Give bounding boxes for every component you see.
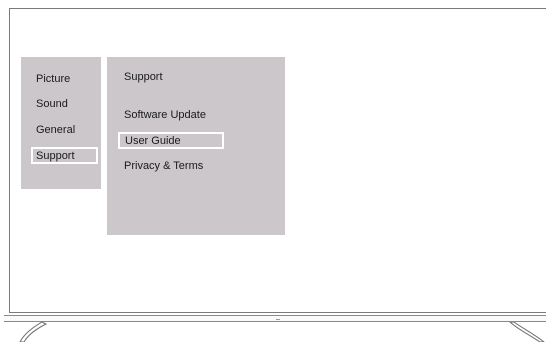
submenu-item-label: Software Update xyxy=(124,109,206,121)
menu-item-label: Picture xyxy=(36,73,71,85)
menu-item-general[interactable]: General xyxy=(36,124,75,136)
menu-item-support[interactable]: Support xyxy=(31,147,98,164)
submenu-item-user-guide[interactable]: User Guide xyxy=(118,132,224,149)
settings-menu: Picture Sound General Support xyxy=(21,57,101,189)
menu-item-sound[interactable]: Sound xyxy=(36,98,68,110)
tv-bottom-bezel xyxy=(4,315,546,322)
submenu-item-label: Privacy & Terms xyxy=(124,160,204,172)
submenu-title: Support xyxy=(124,71,163,83)
submenu-title-text: Support xyxy=(124,71,163,83)
submenu-item-label: User Guide xyxy=(125,135,181,147)
menu-item-label: General xyxy=(36,124,76,136)
stand-right-icon xyxy=(509,322,545,342)
support-submenu: Support Software Update User Guide Priva… xyxy=(107,57,285,235)
tv-frame: Picture Sound General Support Support So… xyxy=(0,0,546,342)
submenu-item-software-update[interactable]: Software Update xyxy=(124,109,206,121)
menu-item-label: Support xyxy=(36,150,75,162)
tv-indicator xyxy=(276,319,280,320)
stand-left-icon xyxy=(19,322,48,342)
submenu-item-privacy-terms[interactable]: Privacy & Terms xyxy=(124,160,203,172)
menu-item-label: Sound xyxy=(36,98,68,110)
menu-item-picture[interactable]: Picture xyxy=(36,73,70,85)
